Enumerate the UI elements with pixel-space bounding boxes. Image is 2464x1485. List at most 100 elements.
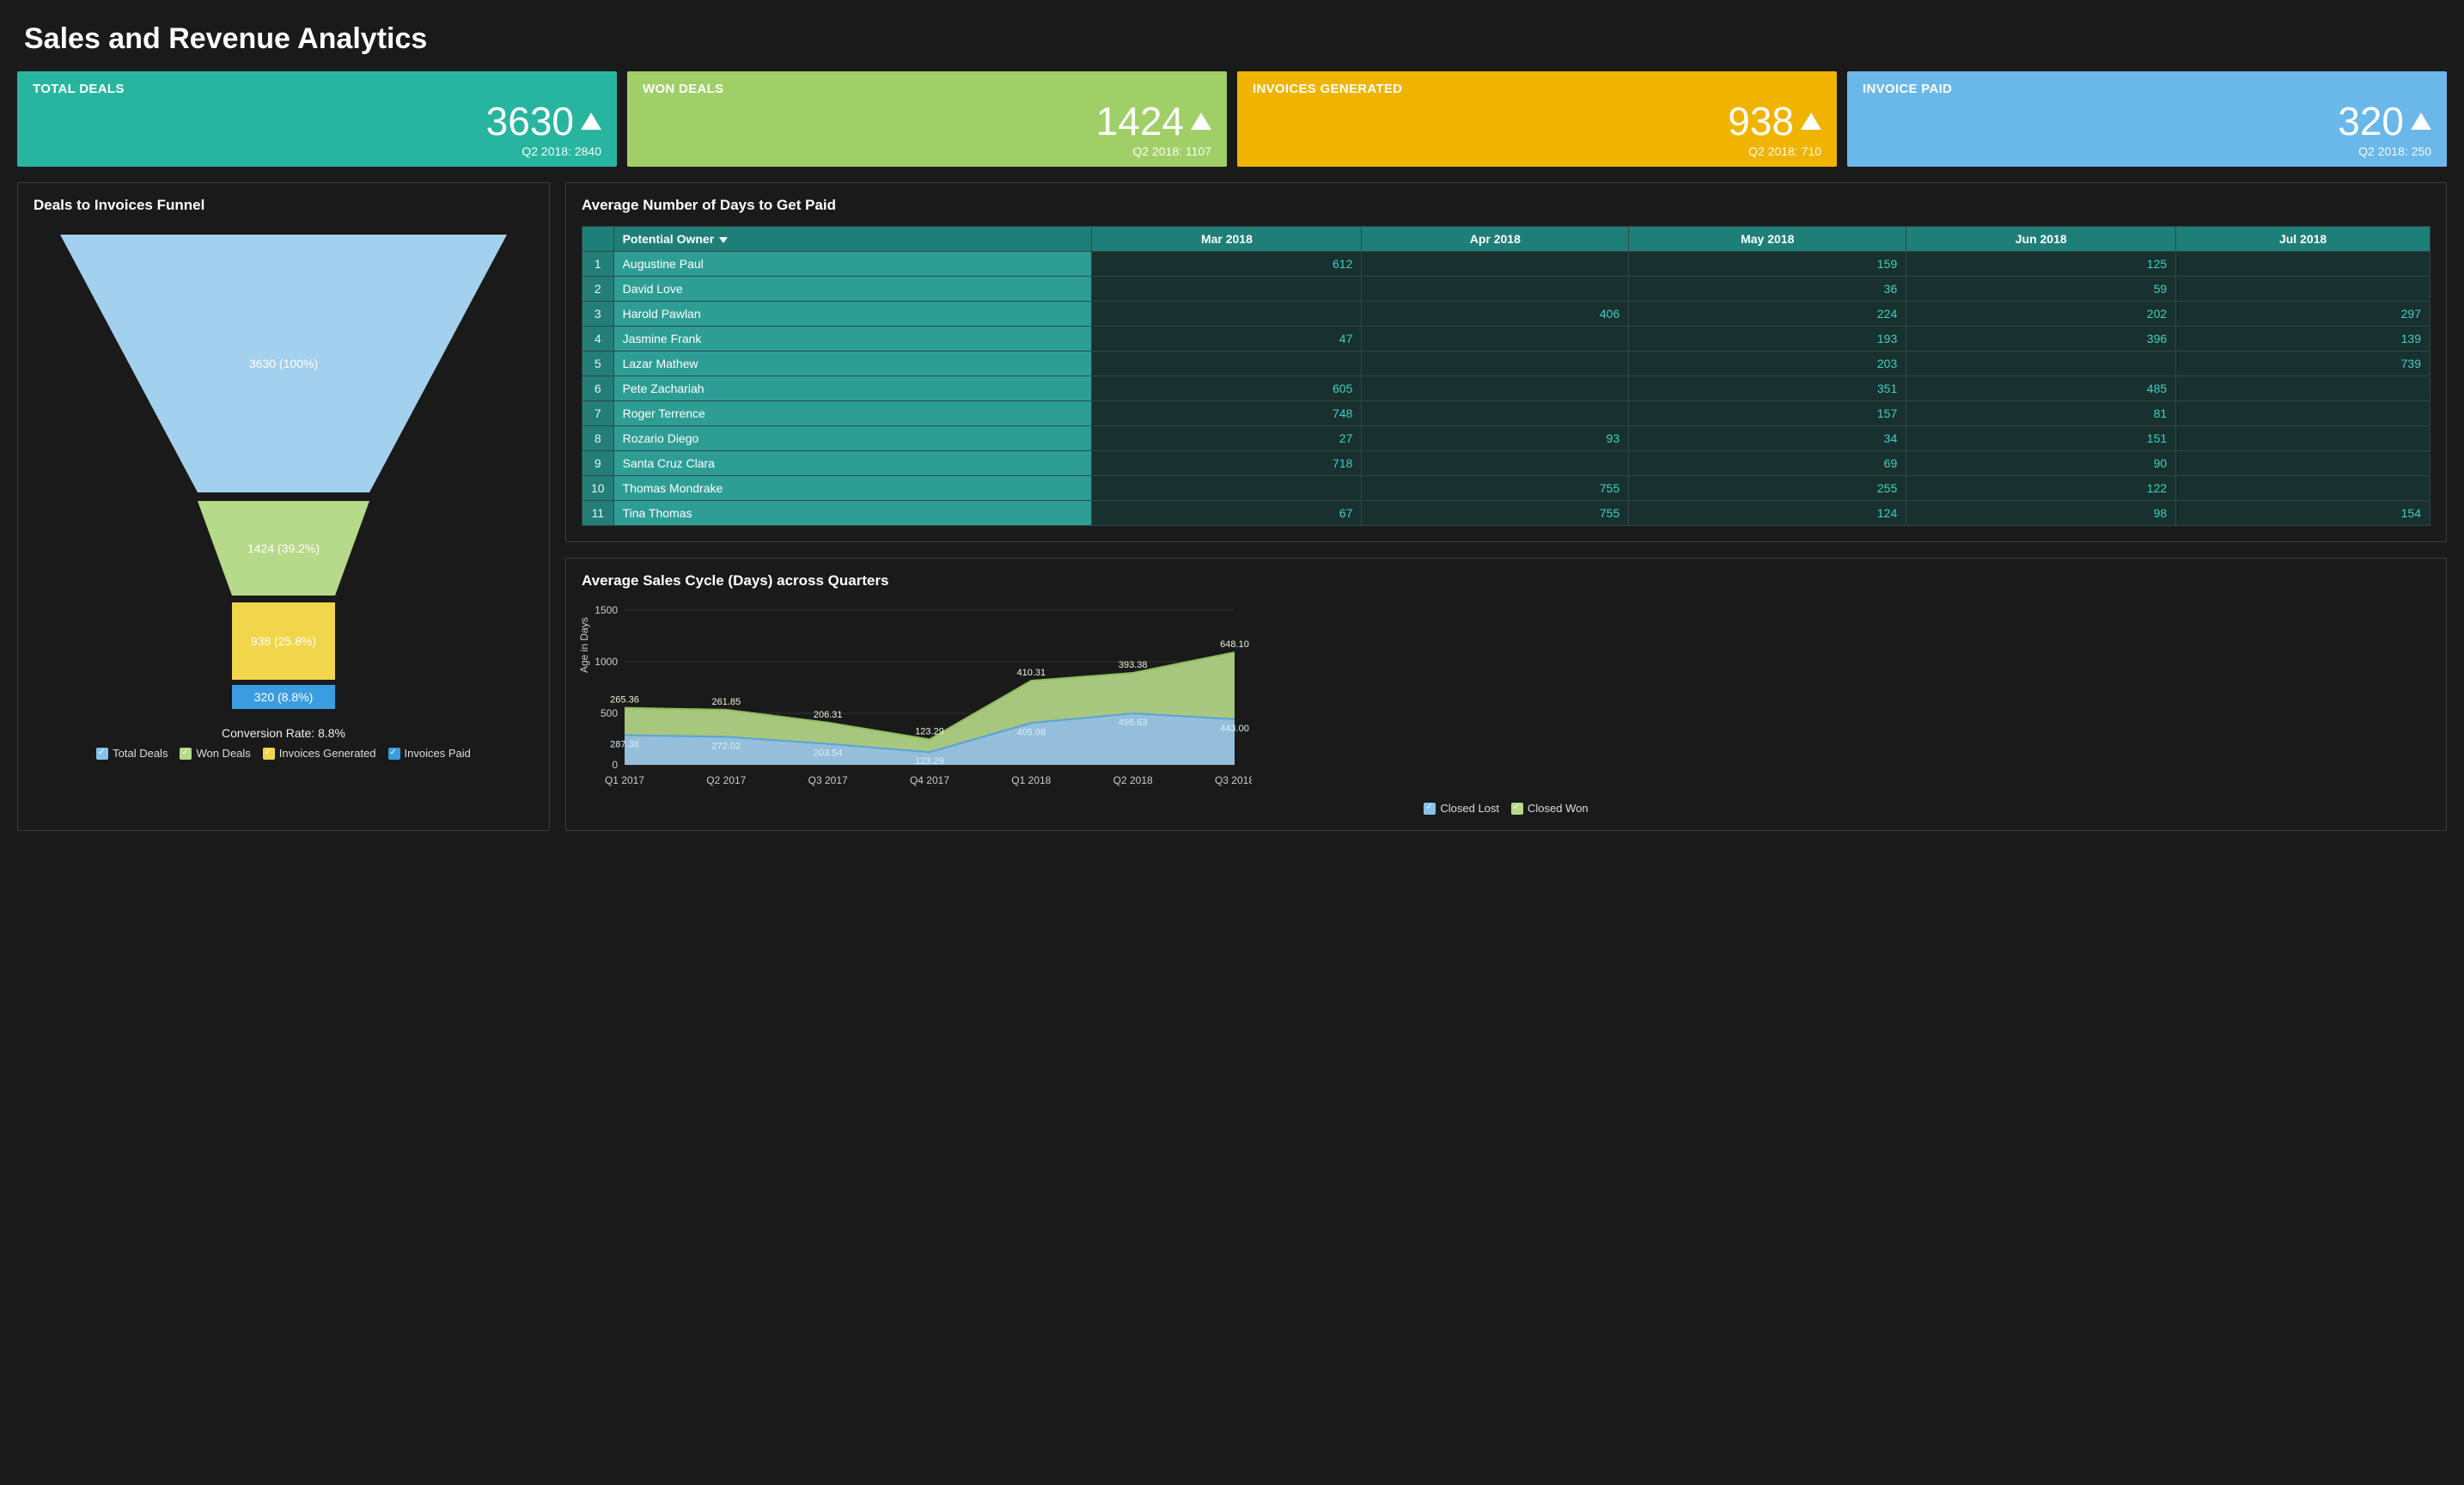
cell-value <box>1092 351 1362 376</box>
row-owner: Thomas Mondrake <box>613 476 1092 501</box>
funnel-stage-label: 320 (8.8%) <box>254 690 313 704</box>
table-row[interactable]: 1Augustine Paul612159125 <box>582 252 2430 277</box>
legend-label: Closed Lost <box>1440 802 1499 815</box>
trend-up-icon <box>2411 113 2431 130</box>
kpi-value: 1424 <box>643 101 1211 141</box>
sales-cycle-chart[interactable]: 050010001500287.38265.36272.02261.85203.… <box>582 602 1252 791</box>
paid-days-table[interactable]: Potential OwnerMar 2018Apr 2018May 2018J… <box>582 226 2430 526</box>
cell-value: 406 <box>1362 302 1629 327</box>
row-owner: Rozario Diego <box>613 426 1092 451</box>
cell-value: 67 <box>1092 501 1362 526</box>
legend-swatch-icon <box>263 748 275 760</box>
legend-label: Total Deals <box>113 747 168 760</box>
table-row[interactable]: 5Lazar Mathew203739 <box>582 351 2430 376</box>
svg-text:0: 0 <box>612 759 618 771</box>
funnel-stage-label: 1424 (39.2%) <box>247 541 320 555</box>
legend-swatch-icon <box>388 748 400 760</box>
row-index: 2 <box>582 277 614 302</box>
cell-value: 718 <box>1092 451 1362 476</box>
cell-value: 297 <box>2176 302 2430 327</box>
svg-text:1000: 1000 <box>595 656 618 668</box>
column-header[interactable]: Mar 2018 <box>1092 227 1362 252</box>
table-row[interactable]: 10Thomas Mondrake755255122 <box>582 476 2430 501</box>
point-label-won: 206.31 <box>814 710 843 720</box>
cell-value: 36 <box>1629 277 1906 302</box>
row-owner: Jasmine Frank <box>613 327 1092 351</box>
cell-value: 605 <box>1092 376 1362 401</box>
point-label-lost: 498.63 <box>1119 718 1148 728</box>
column-header-owner[interactable]: Potential Owner <box>613 227 1092 252</box>
cell-value: 154 <box>2176 501 2430 526</box>
cell-value: 157 <box>1629 401 1906 426</box>
cell-value <box>2176 401 2430 426</box>
table-row[interactable]: 8Rozario Diego279334151 <box>582 426 2430 451</box>
kpi-sub: Q2 2018: 2840 <box>33 144 601 158</box>
cell-value: 748 <box>1092 401 1362 426</box>
x-tick-label: Q2 2017 <box>706 774 746 786</box>
legend-item[interactable]: Won Deals <box>180 747 250 760</box>
cell-value: 193 <box>1629 327 1906 351</box>
funnel-stage-label: 938 (25.8%) <box>251 634 316 648</box>
table-row[interactable]: 3Harold Pawlan406224202297 <box>582 302 2430 327</box>
sales-cycle-ylabel: Age in Days <box>578 617 590 673</box>
svg-text:1500: 1500 <box>595 604 618 616</box>
cell-value <box>1092 476 1362 501</box>
sales-cycle-title: Average Sales Cycle (Days) across Quarte… <box>582 572 2430 590</box>
cell-value: 755 <box>1362 476 1629 501</box>
cell-value: 98 <box>1906 501 2176 526</box>
legend-label: Invoices Generated <box>279 747 376 760</box>
table-row[interactable]: 11Tina Thomas6775512498154 <box>582 501 2430 526</box>
sort-desc-icon <box>719 237 728 243</box>
point-label-won: 123.29 <box>915 726 944 736</box>
kpi-value: 938 <box>1253 101 1821 141</box>
cell-value <box>2176 476 2430 501</box>
table-row[interactable]: 7Roger Terrence74815781 <box>582 401 2430 426</box>
row-owner: Tina Thomas <box>613 501 1092 526</box>
paid-days-title: Average Number of Days to Get Paid <box>582 197 2430 214</box>
kpi-row: TOTAL DEALS3630Q2 2018: 2840WON DEALS142… <box>17 71 2447 167</box>
funnel-panel: Deals to Invoices Funnel 3630 (100%) 1424… <box>17 182 550 831</box>
row-index: 1 <box>582 252 614 277</box>
legend-swatch-icon <box>180 748 192 760</box>
funnel-stage-label: 3630 (100%) <box>249 357 318 370</box>
point-label-lost: 405.98 <box>1017 727 1046 737</box>
cell-value: 139 <box>2176 327 2430 351</box>
row-owner: Santa Cruz Clara <box>613 451 1092 476</box>
row-owner: Lazar Mathew <box>613 351 1092 376</box>
legend-item[interactable]: Invoices Paid <box>388 747 471 760</box>
legend-item[interactable]: Closed Won <box>1511 802 1589 815</box>
cell-value: 47 <box>1092 327 1362 351</box>
funnel-title: Deals to Invoices Funnel <box>34 197 534 214</box>
kpi-card-green[interactable]: WON DEALS1424Q2 2018: 1107 <box>627 71 1227 167</box>
cell-value: 203 <box>1629 351 1906 376</box>
column-header[interactable]: Jun 2018 <box>1906 227 2176 252</box>
legend-item[interactable]: Invoices Generated <box>263 747 376 760</box>
table-row[interactable]: 9Santa Cruz Clara7186990 <box>582 451 2430 476</box>
legend-label: Invoices Paid <box>405 747 471 760</box>
table-row[interactable]: 4Jasmine Frank47193396139 <box>582 327 2430 351</box>
point-label-won: 393.38 <box>1119 660 1148 670</box>
cell-value <box>1362 451 1629 476</box>
x-tick-label: Q1 2017 <box>605 774 644 786</box>
kpi-card-teal[interactable]: TOTAL DEALS3630Q2 2018: 2840 <box>17 71 617 167</box>
kpi-label: INVOICES GENERATED <box>1253 82 1821 96</box>
cell-value: 351 <box>1629 376 1906 401</box>
table-row[interactable]: 6Pete Zachariah605351485 <box>582 376 2430 401</box>
column-header[interactable]: Apr 2018 <box>1362 227 1629 252</box>
legend-label: Won Deals <box>196 747 250 760</box>
cell-value: 159 <box>1629 252 1906 277</box>
column-header[interactable]: Jul 2018 <box>2176 227 2430 252</box>
column-header[interactable]: May 2018 <box>1629 227 1906 252</box>
kpi-card-yellow[interactable]: INVOICES GENERATED938Q2 2018: 710 <box>1237 71 1837 167</box>
trend-up-icon <box>1801 113 1821 130</box>
table-row[interactable]: 2David Love3659 <box>582 277 2430 302</box>
cell-value <box>1362 401 1629 426</box>
cell-value <box>1362 376 1629 401</box>
trend-up-icon <box>1191 113 1211 130</box>
legend-item[interactable]: Closed Lost <box>1424 802 1499 815</box>
funnel-chart[interactable]: 3630 (100%) 1424 (39.2%) 938 (25.8%) 320 (8… <box>43 226 524 716</box>
legend-item[interactable]: Total Deals <box>96 747 168 760</box>
cell-value: 90 <box>1906 451 2176 476</box>
kpi-card-blue[interactable]: INVOICE PAID320Q2 2018: 250 <box>1847 71 2447 167</box>
x-tick-label: Q4 2017 <box>910 774 949 786</box>
